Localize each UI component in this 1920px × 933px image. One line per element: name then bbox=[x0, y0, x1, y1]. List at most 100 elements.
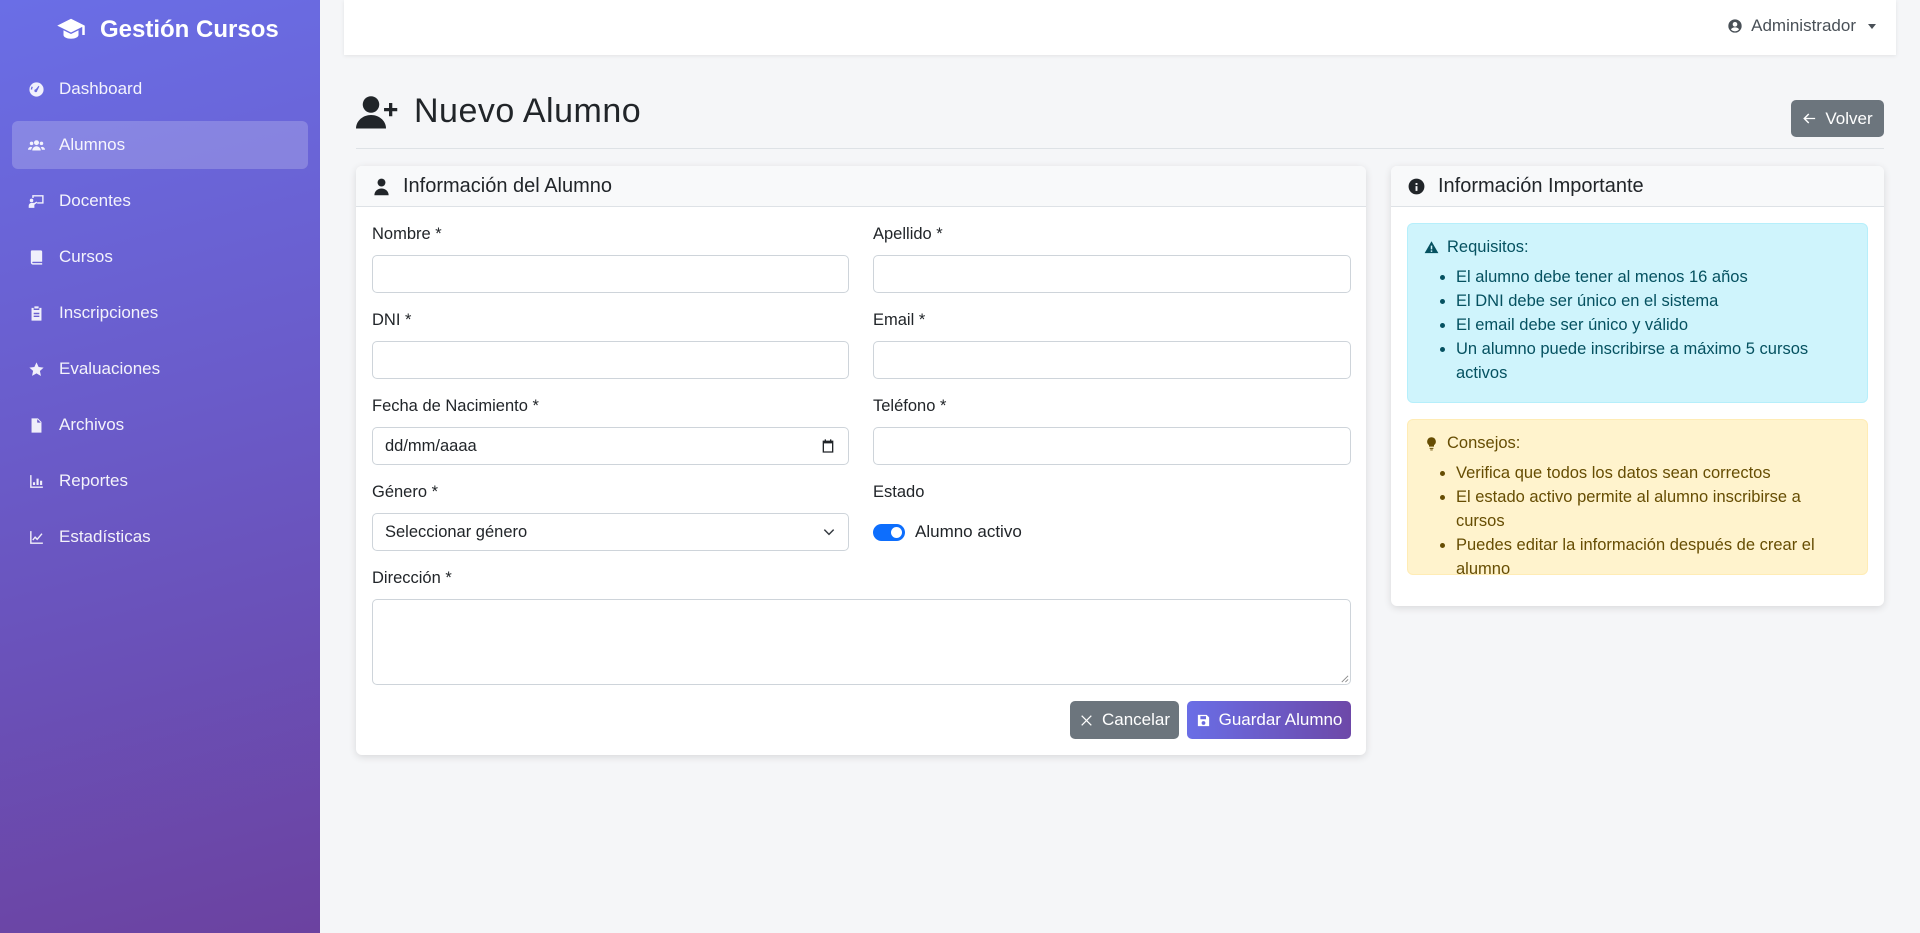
tachometer-icon bbox=[29, 81, 44, 97]
nombre-input[interactable] bbox=[372, 255, 849, 293]
sidebar-item-docentes[interactable]: Docentes bbox=[12, 177, 308, 225]
direccion-textarea[interactable] bbox=[372, 599, 1351, 685]
sidebar-item-reportes[interactable]: Reportes bbox=[12, 457, 308, 505]
list-item: Verifica que todos los datos sean correc… bbox=[1456, 461, 1851, 485]
page-title: Nuevo Alumno bbox=[414, 92, 642, 130]
apellido-input[interactable] bbox=[873, 255, 1351, 293]
info-card: Información Importante Requisitos: El al… bbox=[1391, 166, 1884, 606]
save-button[interactable]: Guardar Alumno bbox=[1187, 701, 1351, 739]
genero-selected-value: Seleccionar género bbox=[385, 522, 528, 541]
sidebar-item-dashboard[interactable]: Dashboard bbox=[12, 65, 308, 113]
consejos-title: Consejos: bbox=[1424, 434, 1851, 453]
date-placeholder: dd/mm/aaaa bbox=[385, 436, 477, 455]
apellido-label: Apellido * bbox=[873, 225, 943, 243]
sidebar-item-label: Docentes bbox=[59, 191, 131, 210]
graduation-cap-icon bbox=[57, 18, 85, 39]
dni-input[interactable] bbox=[372, 341, 849, 379]
sidebar-nav: Dashboard Alumnos Docentes Cursos Inscri… bbox=[0, 65, 320, 561]
consejos-list: Verifica que todos los datos sean correc… bbox=[1424, 461, 1851, 581]
user-circle-icon bbox=[1728, 19, 1742, 33]
topbar: Administrador bbox=[344, 0, 1896, 55]
sidebar-item-label: Alumnos bbox=[59, 135, 126, 154]
sidebar-item-label: Inscripciones bbox=[59, 303, 159, 322]
direccion-label: Dirección * bbox=[372, 569, 452, 587]
card-title: Información del Alumno bbox=[403, 174, 613, 197]
sidebar-item-alumnos[interactable]: Alumnos bbox=[12, 121, 308, 169]
direccion-wrapper bbox=[372, 599, 1351, 685]
estado-switch-label: Alumno activo bbox=[915, 522, 1022, 541]
card-title: Información Importante bbox=[1438, 174, 1644, 197]
user-name: Administrador bbox=[1751, 16, 1856, 35]
arrow-left-icon bbox=[1803, 113, 1816, 124]
list-item: El alumno debe tener al menos 16 años bbox=[1456, 265, 1851, 289]
requisitos-list: El alumno debe tener al menos 16 años El… bbox=[1424, 265, 1851, 385]
star-icon bbox=[29, 361, 44, 376]
bar-chart-icon bbox=[30, 474, 43, 488]
sidebar-item-label: Archivos bbox=[59, 415, 125, 434]
genero-select[interactable]: Seleccionar género bbox=[372, 513, 849, 551]
chevron-down-icon bbox=[823, 529, 835, 536]
info-circle-icon bbox=[1408, 178, 1425, 194]
list-item: El email debe ser único y válido bbox=[1456, 313, 1851, 337]
lightbulb-icon bbox=[1427, 437, 1436, 451]
user-icon bbox=[374, 178, 389, 195]
back-button-label: Volver bbox=[1825, 108, 1873, 128]
chalkboard-teacher-icon bbox=[28, 194, 44, 208]
telefono-input[interactable] bbox=[873, 427, 1351, 465]
list-item: Un alumno puede inscribirse a máximo 5 c… bbox=[1456, 337, 1851, 385]
email-input[interactable] bbox=[873, 341, 1351, 379]
sidebar-item-cursos[interactable]: Cursos bbox=[12, 233, 308, 281]
info-card-header: Información Importante bbox=[1391, 166, 1884, 207]
student-form-card: Información del Alumno Nombre * Apellido… bbox=[356, 166, 1366, 755]
email-label: Email * bbox=[873, 311, 926, 329]
sidebar-item-estadisticas[interactable]: Estadísticas bbox=[12, 513, 308, 561]
page-header: Nuevo Alumno bbox=[356, 92, 641, 131]
sidebar-item-label: Evaluaciones bbox=[59, 359, 161, 378]
nombre-label: Nombre * bbox=[372, 225, 442, 243]
book-icon bbox=[30, 249, 43, 265]
file-icon bbox=[31, 417, 42, 433]
close-icon bbox=[1081, 714, 1092, 726]
telefono-label: Teléfono * bbox=[873, 397, 947, 415]
caret-down-icon bbox=[1868, 23, 1876, 29]
calendar-icon[interactable] bbox=[820, 438, 836, 454]
requisitos-title-text: Requisitos: bbox=[1447, 238, 1529, 256]
consejos-title-text: Consejos: bbox=[1447, 434, 1521, 452]
list-item: Puedes editar la información después de … bbox=[1456, 533, 1851, 581]
cancel-button-label: Cancelar bbox=[1101, 710, 1171, 729]
user-plus-icon bbox=[356, 95, 398, 128]
genero-label: Género * bbox=[372, 483, 439, 501]
save-button-label: Guardar Alumno bbox=[1218, 710, 1343, 729]
resize-handle-icon[interactable] bbox=[1340, 674, 1349, 683]
sidebar-item-inscripciones[interactable]: Inscripciones bbox=[12, 289, 308, 337]
fecha-nacimiento-input[interactable]: dd/mm/aaaa bbox=[372, 427, 849, 465]
sidebar-item-archivos[interactable]: Archivos bbox=[12, 401, 308, 449]
fecha-nacimiento-label: Fecha de Nacimiento * bbox=[372, 397, 539, 415]
line-chart-icon bbox=[30, 530, 43, 544]
back-button[interactable]: Volver bbox=[1791, 100, 1884, 137]
estado-toggle-switch[interactable] bbox=[873, 523, 905, 541]
users-icon bbox=[28, 139, 45, 150]
cancel-button[interactable]: Cancelar bbox=[1070, 701, 1179, 739]
dni-label: DNI * bbox=[372, 311, 412, 329]
list-item: El DNI debe ser único en el sistema bbox=[1456, 289, 1851, 313]
requisitos-alert: Requisitos: El alumno debe tener al meno… bbox=[1407, 223, 1868, 403]
student-form-card-header: Información del Alumno bbox=[356, 166, 1366, 207]
sidebar: Gestión Cursos Dashboard Alumnos Docente… bbox=[0, 0, 320, 933]
list-item: El estado activo permite al alumno inscr… bbox=[1456, 485, 1851, 533]
sidebar-item-label: Estadísticas bbox=[59, 527, 151, 546]
brand[interactable]: Gestión Cursos bbox=[0, 0, 320, 60]
user-menu[interactable]: Administrador bbox=[1727, 16, 1876, 36]
clipboard-icon bbox=[31, 305, 42, 321]
brand-name: Gestión Cursos bbox=[100, 16, 279, 43]
requisitos-title: Requisitos: bbox=[1424, 238, 1851, 257]
consejos-alert: Consejos: Verifica que todos los datos s… bbox=[1407, 419, 1868, 578]
warning-triangle-icon bbox=[1424, 241, 1439, 254]
save-icon bbox=[1197, 714, 1209, 726]
sidebar-item-label: Reportes bbox=[59, 471, 128, 490]
sidebar-item-label: Cursos bbox=[59, 247, 113, 266]
sidebar-item-label: Dashboard bbox=[59, 79, 143, 98]
sidebar-item-evaluaciones[interactable]: Evaluaciones bbox=[12, 345, 308, 393]
estado-switch-row: Alumno activo bbox=[873, 522, 1022, 542]
estado-label: Estado bbox=[873, 483, 925, 501]
